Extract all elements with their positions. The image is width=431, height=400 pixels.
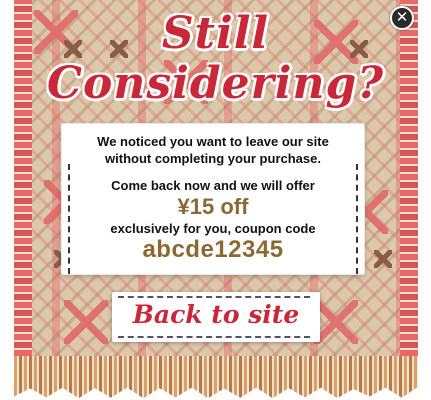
back-to-site-label: Back to site — [132, 300, 300, 329]
coupon-code: abcde12345 — [142, 236, 284, 263]
offer-line: Come back now and we will offer — [111, 178, 315, 193]
message-panel: We noticed you want to leave our site wi… — [62, 124, 364, 274]
message-line-1: We noticed you want to leave our site — [97, 134, 329, 149]
coupon-line: exclusively for you, coupon code — [110, 221, 316, 236]
rug-fringe — [14, 356, 418, 399]
popup-title-line1: Still — [161, 8, 270, 59]
message-line-2: without completing your purchase. — [105, 151, 321, 166]
close-icon: ✕ — [395, 9, 409, 26]
discount-amount: ¥15 off — [177, 194, 249, 219]
back-to-site-button[interactable]: Back to site — [112, 292, 320, 342]
popup-title-line2: Considering? — [46, 58, 385, 109]
snowflake-motif — [314, 300, 358, 344]
snowflake-motif — [64, 300, 108, 344]
close-button[interactable]: ✕ — [390, 6, 414, 30]
cross-motif — [374, 250, 392, 268]
